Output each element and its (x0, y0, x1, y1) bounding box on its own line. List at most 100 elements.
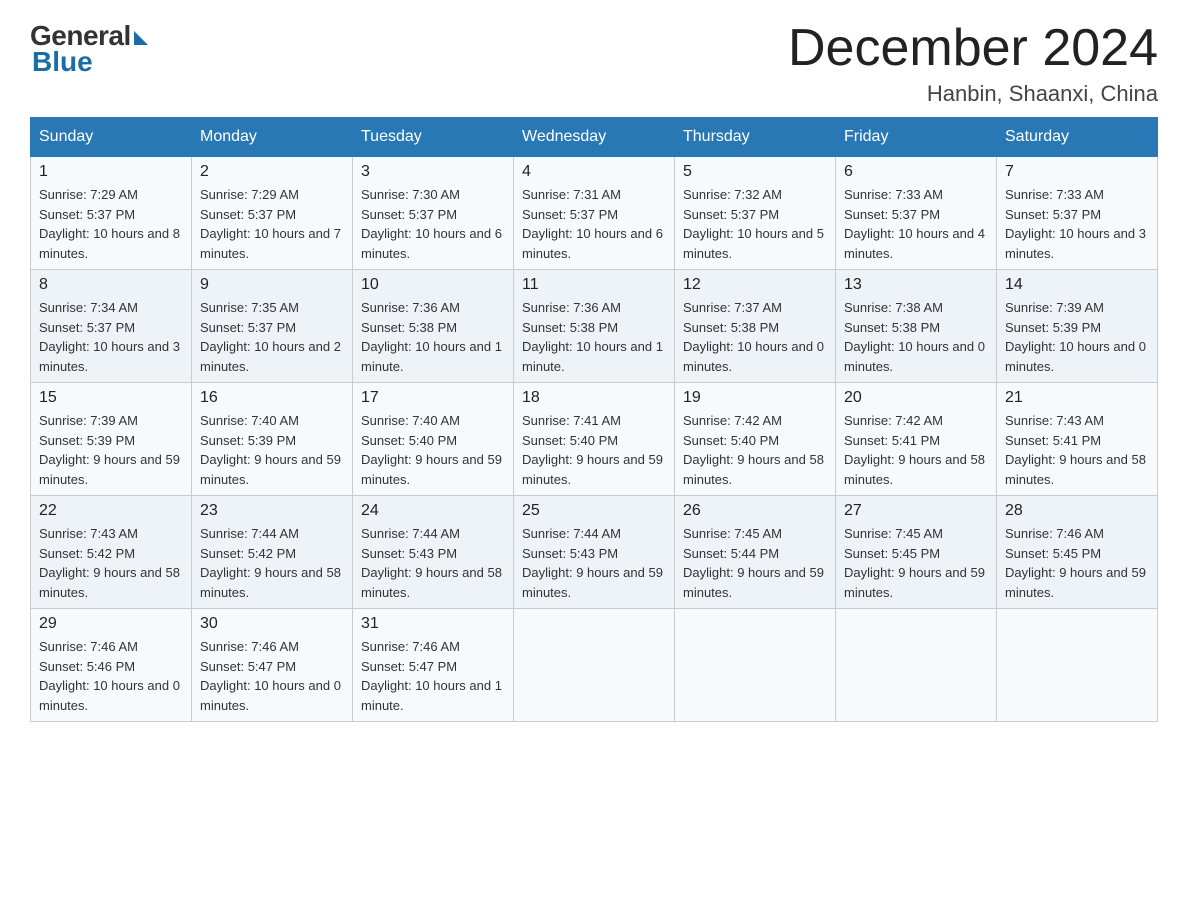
table-row: 9 Sunrise: 7:35 AMSunset: 5:37 PMDayligh… (192, 270, 353, 383)
day-info: Sunrise: 7:46 AMSunset: 5:46 PMDaylight:… (39, 637, 183, 715)
day-number: 25 (522, 502, 666, 520)
day-info: Sunrise: 7:44 AMSunset: 5:42 PMDaylight:… (200, 524, 344, 602)
calendar-week-row: 29 Sunrise: 7:46 AMSunset: 5:46 PMDaylig… (31, 609, 1158, 722)
header-day-friday: Friday (836, 118, 997, 157)
day-info: Sunrise: 7:29 AMSunset: 5:37 PMDaylight:… (39, 185, 183, 263)
logo: General Blue (30, 20, 148, 78)
table-row: 15 Sunrise: 7:39 AMSunset: 5:39 PMDaylig… (31, 383, 192, 496)
day-number: 18 (522, 389, 666, 407)
day-number: 14 (1005, 276, 1149, 294)
day-number: 29 (39, 615, 183, 633)
table-row: 22 Sunrise: 7:43 AMSunset: 5:42 PMDaylig… (31, 496, 192, 609)
day-info: Sunrise: 7:43 AMSunset: 5:41 PMDaylight:… (1005, 411, 1149, 489)
table-row (836, 609, 997, 722)
table-row: 21 Sunrise: 7:43 AMSunset: 5:41 PMDaylig… (997, 383, 1158, 496)
table-row: 1 Sunrise: 7:29 AMSunset: 5:37 PMDayligh… (31, 157, 192, 270)
table-row: 31 Sunrise: 7:46 AMSunset: 5:47 PMDaylig… (353, 609, 514, 722)
table-row: 8 Sunrise: 7:34 AMSunset: 5:37 PMDayligh… (31, 270, 192, 383)
day-info: Sunrise: 7:45 AMSunset: 5:45 PMDaylight:… (844, 524, 988, 602)
table-row: 25 Sunrise: 7:44 AMSunset: 5:43 PMDaylig… (514, 496, 675, 609)
table-row: 3 Sunrise: 7:30 AMSunset: 5:37 PMDayligh… (353, 157, 514, 270)
day-number: 20 (844, 389, 988, 407)
day-number: 15 (39, 389, 183, 407)
page-header: General Blue December 2024 Hanbin, Shaan… (30, 20, 1158, 107)
logo-blue-text: Blue (32, 46, 93, 78)
day-number: 9 (200, 276, 344, 294)
day-number: 12 (683, 276, 827, 294)
day-info: Sunrise: 7:46 AMSunset: 5:47 PMDaylight:… (361, 637, 505, 715)
table-row: 12 Sunrise: 7:37 AMSunset: 5:38 PMDaylig… (675, 270, 836, 383)
day-number: 8 (39, 276, 183, 294)
day-info: Sunrise: 7:40 AMSunset: 5:39 PMDaylight:… (200, 411, 344, 489)
day-number: 27 (844, 502, 988, 520)
table-row: 20 Sunrise: 7:42 AMSunset: 5:41 PMDaylig… (836, 383, 997, 496)
calendar-week-row: 8 Sunrise: 7:34 AMSunset: 5:37 PMDayligh… (31, 270, 1158, 383)
day-info: Sunrise: 7:29 AMSunset: 5:37 PMDaylight:… (200, 185, 344, 263)
day-number: 13 (844, 276, 988, 294)
day-number: 19 (683, 389, 827, 407)
calendar-week-row: 1 Sunrise: 7:29 AMSunset: 5:37 PMDayligh… (31, 157, 1158, 270)
day-info: Sunrise: 7:31 AMSunset: 5:37 PMDaylight:… (522, 185, 666, 263)
day-info: Sunrise: 7:36 AMSunset: 5:38 PMDaylight:… (522, 298, 666, 376)
day-info: Sunrise: 7:38 AMSunset: 5:38 PMDaylight:… (844, 298, 988, 376)
header-day-wednesday: Wednesday (514, 118, 675, 157)
day-info: Sunrise: 7:32 AMSunset: 5:37 PMDaylight:… (683, 185, 827, 263)
table-row: 30 Sunrise: 7:46 AMSunset: 5:47 PMDaylig… (192, 609, 353, 722)
table-row: 7 Sunrise: 7:33 AMSunset: 5:37 PMDayligh… (997, 157, 1158, 270)
table-row: 23 Sunrise: 7:44 AMSunset: 5:42 PMDaylig… (192, 496, 353, 609)
table-row: 27 Sunrise: 7:45 AMSunset: 5:45 PMDaylig… (836, 496, 997, 609)
table-row: 5 Sunrise: 7:32 AMSunset: 5:37 PMDayligh… (675, 157, 836, 270)
day-info: Sunrise: 7:35 AMSunset: 5:37 PMDaylight:… (200, 298, 344, 376)
day-info: Sunrise: 7:34 AMSunset: 5:37 PMDaylight:… (39, 298, 183, 376)
day-info: Sunrise: 7:41 AMSunset: 5:40 PMDaylight:… (522, 411, 666, 489)
table-row: 24 Sunrise: 7:44 AMSunset: 5:43 PMDaylig… (353, 496, 514, 609)
table-row: 26 Sunrise: 7:45 AMSunset: 5:44 PMDaylig… (675, 496, 836, 609)
table-row (997, 609, 1158, 722)
day-info: Sunrise: 7:42 AMSunset: 5:41 PMDaylight:… (844, 411, 988, 489)
day-number: 21 (1005, 389, 1149, 407)
table-row: 17 Sunrise: 7:40 AMSunset: 5:40 PMDaylig… (353, 383, 514, 496)
table-row: 2 Sunrise: 7:29 AMSunset: 5:37 PMDayligh… (192, 157, 353, 270)
day-info: Sunrise: 7:44 AMSunset: 5:43 PMDaylight:… (361, 524, 505, 602)
table-row: 29 Sunrise: 7:46 AMSunset: 5:46 PMDaylig… (31, 609, 192, 722)
table-row: 14 Sunrise: 7:39 AMSunset: 5:39 PMDaylig… (997, 270, 1158, 383)
table-row: 18 Sunrise: 7:41 AMSunset: 5:40 PMDaylig… (514, 383, 675, 496)
day-number: 4 (522, 163, 666, 181)
day-info: Sunrise: 7:46 AMSunset: 5:45 PMDaylight:… (1005, 524, 1149, 602)
day-info: Sunrise: 7:36 AMSunset: 5:38 PMDaylight:… (361, 298, 505, 376)
day-number: 26 (683, 502, 827, 520)
table-row: 28 Sunrise: 7:46 AMSunset: 5:45 PMDaylig… (997, 496, 1158, 609)
day-number: 1 (39, 163, 183, 181)
day-number: 24 (361, 502, 505, 520)
table-row: 11 Sunrise: 7:36 AMSunset: 5:38 PMDaylig… (514, 270, 675, 383)
month-title: December 2024 (788, 20, 1158, 77)
day-number: 30 (200, 615, 344, 633)
header-day-monday: Monday (192, 118, 353, 157)
day-number: 22 (39, 502, 183, 520)
day-info: Sunrise: 7:40 AMSunset: 5:40 PMDaylight:… (361, 411, 505, 489)
calendar-body: 1 Sunrise: 7:29 AMSunset: 5:37 PMDayligh… (31, 157, 1158, 722)
day-info: Sunrise: 7:33 AMSunset: 5:37 PMDaylight:… (1005, 185, 1149, 263)
day-number: 7 (1005, 163, 1149, 181)
logo-arrow-icon (134, 31, 148, 45)
table-row: 19 Sunrise: 7:42 AMSunset: 5:40 PMDaylig… (675, 383, 836, 496)
table-row: 6 Sunrise: 7:33 AMSunset: 5:37 PMDayligh… (836, 157, 997, 270)
day-info: Sunrise: 7:44 AMSunset: 5:43 PMDaylight:… (522, 524, 666, 602)
table-row: 4 Sunrise: 7:31 AMSunset: 5:37 PMDayligh… (514, 157, 675, 270)
day-info: Sunrise: 7:45 AMSunset: 5:44 PMDaylight:… (683, 524, 827, 602)
calendar-week-row: 22 Sunrise: 7:43 AMSunset: 5:42 PMDaylig… (31, 496, 1158, 609)
header-day-sunday: Sunday (31, 118, 192, 157)
table-row: 13 Sunrise: 7:38 AMSunset: 5:38 PMDaylig… (836, 270, 997, 383)
header-row: SundayMondayTuesdayWednesdayThursdayFrid… (31, 118, 1158, 157)
day-number: 31 (361, 615, 505, 633)
table-row (514, 609, 675, 722)
day-number: 6 (844, 163, 988, 181)
day-info: Sunrise: 7:42 AMSunset: 5:40 PMDaylight:… (683, 411, 827, 489)
day-info: Sunrise: 7:43 AMSunset: 5:42 PMDaylight:… (39, 524, 183, 602)
day-number: 17 (361, 389, 505, 407)
header-day-tuesday: Tuesday (353, 118, 514, 157)
title-block: December 2024 Hanbin, Shaanxi, China (788, 20, 1158, 107)
day-number: 16 (200, 389, 344, 407)
day-number: 3 (361, 163, 505, 181)
day-info: Sunrise: 7:30 AMSunset: 5:37 PMDaylight:… (361, 185, 505, 263)
